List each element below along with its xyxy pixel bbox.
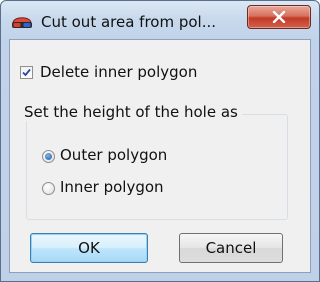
window-title: Cut out area from pol... [41,13,217,31]
delete-inner-polygon-checkbox[interactable] [20,66,33,79]
checkmark-icon [22,68,31,77]
inner-polygon-label[interactable]: Inner polygon [60,178,164,196]
3d-glasses-icon [11,11,33,33]
delete-inner-polygon-label: Delete inner polygon [40,63,198,81]
hole-height-group [26,114,288,220]
close-icon [272,11,286,23]
dialog-body: Delete inner polygon Set the height of t… [9,39,311,273]
close-button[interactable] [247,5,311,29]
ok-button[interactable]: OK [30,233,148,263]
title-bar[interactable]: Cut out area from pol... [1,1,319,39]
inner-polygon-radio[interactable] [42,182,55,195]
group-title: Set the height of the hole as [20,103,242,121]
outer-polygon-radio[interactable] [42,150,55,163]
dialog-window: Cut out area from pol... Delete inner po… [0,0,320,282]
outer-polygon-label[interactable]: Outer polygon [60,146,167,164]
cancel-button[interactable]: Cancel [179,233,283,263]
